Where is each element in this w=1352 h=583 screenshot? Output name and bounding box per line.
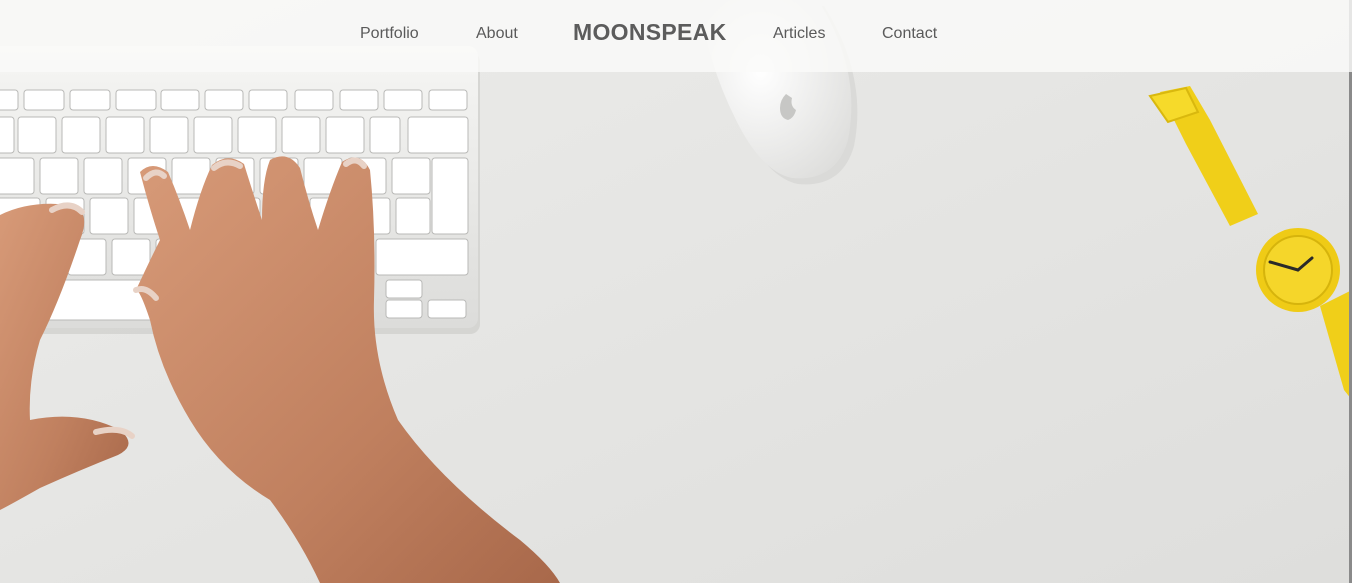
nav-inner: Portfolio About MOONSPEAK Articles Conta… [0,0,1352,72]
hero-photo [0,0,1352,583]
site-brand-logo[interactable]: MOONSPEAK [573,17,727,47]
hero-section [0,0,1352,583]
nav-link-articles[interactable]: Articles [773,24,825,44]
top-navbar: Portfolio About MOONSPEAK Articles Conta… [0,0,1352,72]
nav-link-contact[interactable]: Contact [882,24,937,44]
nav-link-portfolio[interactable]: Portfolio [360,24,419,44]
nav-link-about[interactable]: About [476,24,518,44]
